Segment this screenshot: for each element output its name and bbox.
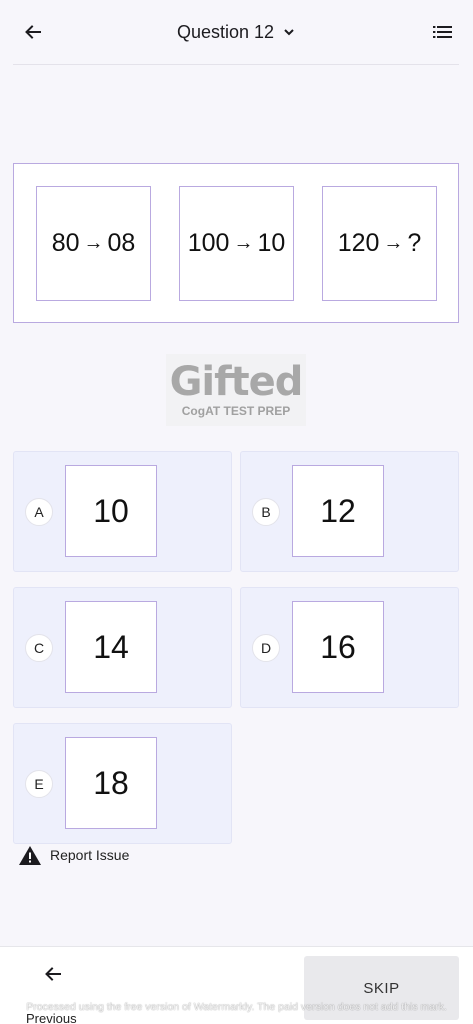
option-letter: D (252, 634, 280, 662)
gifted-logo: Gifted CogAT TEST PREP (166, 354, 306, 426)
option-a[interactable]: A 10 (13, 451, 232, 572)
arrow-right-icon: → (233, 232, 254, 254)
option-e[interactable]: E 18 (13, 723, 232, 844)
option-value: 14 (65, 601, 157, 693)
cell-left-value: 80 (51, 229, 80, 257)
option-d[interactable]: D 16 (240, 587, 459, 708)
option-letter: C (25, 634, 53, 662)
cell-left-value: 100 (187, 229, 230, 257)
arrow-left-icon (45, 967, 61, 981)
option-letter: B (252, 498, 280, 526)
logo-main-text: Gifted (169, 359, 304, 405)
option-b[interactable]: B 12 (240, 451, 459, 572)
question-selector[interactable]: Question 12 (0, 18, 473, 46)
question-cell-1: 80 → 08 (36, 186, 151, 301)
list-icon (433, 26, 452, 38)
app-bar: Question 12 (0, 0, 473, 64)
cell-right-value: 10 (257, 229, 286, 257)
option-letter: A (25, 498, 53, 526)
arrow-right-icon: → (383, 232, 404, 254)
option-letter: E (25, 770, 53, 798)
question-list-button[interactable] (429, 18, 457, 46)
report-issue-button[interactable]: Report Issue (18, 843, 129, 867)
page-title: Question 12 (176, 21, 275, 42)
option-value: 12 (292, 465, 384, 557)
report-issue-label: Report Issue (50, 847, 130, 863)
question-panel: 80 → 08 100 → 10 120 → ? (13, 163, 459, 323)
question-cell-2: 100 → 10 (179, 186, 294, 301)
option-value: 18 (65, 737, 157, 829)
question-cell-3: 120 → ? (322, 186, 437, 301)
option-value: 10 (65, 465, 157, 557)
cell-right-value: ? (407, 229, 422, 257)
chevron-down-icon (284, 29, 294, 36)
option-value: 16 (292, 601, 384, 693)
header-divider (13, 64, 459, 65)
warning-icon (19, 845, 41, 865)
cell-left-value: 120 (337, 229, 380, 257)
arrow-right-icon: → (83, 232, 104, 254)
cell-right-value: 08 (107, 229, 136, 257)
watermark-text: Processed using the free version of Wate… (26, 1001, 447, 1013)
logo-sub-text: CogAT TEST PREP (181, 404, 291, 418)
option-c[interactable]: C 14 (13, 587, 232, 708)
